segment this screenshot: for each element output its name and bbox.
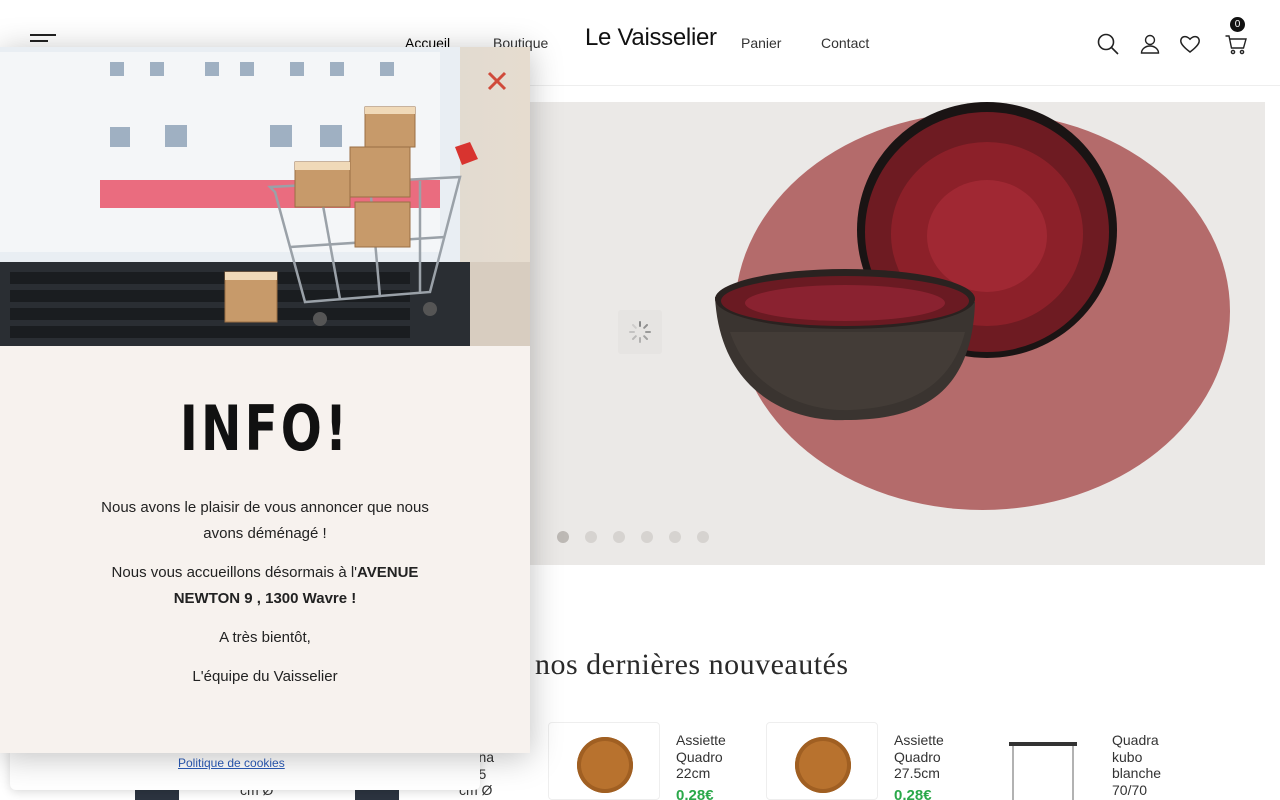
product-thumbnail[interactable] [766, 722, 878, 800]
nav-contact[interactable]: Contact [821, 35, 869, 51]
product-name[interactable]: Quadra kubo blanche 70/70 [1112, 732, 1182, 798]
loading-spinner-icon [618, 310, 662, 354]
hamburger-menu-icon[interactable] [30, 34, 56, 48]
product-thumbnail[interactable] [548, 722, 660, 800]
product-price: 0,28€ [894, 787, 932, 800]
hero-bowls-image [715, 102, 1117, 421]
nav-panier[interactable]: Panier [741, 35, 781, 51]
slider-dot[interactable] [557, 531, 569, 543]
account-icon[interactable] [1138, 32, 1162, 56]
product-name[interactable]: Assiette Quadro 22cm [676, 732, 746, 782]
slider-dot[interactable] [669, 531, 681, 543]
new-arrivals-heading: nos dernières nouveautés [535, 648, 849, 681]
site-logo[interactable]: Le Vaisselier [585, 24, 717, 52]
close-icon[interactable] [485, 69, 509, 93]
cart-icon[interactable] [1224, 32, 1248, 56]
cart-count-badge: 0 [1230, 17, 1245, 32]
product-thumbnail[interactable] [1005, 740, 1081, 800]
search-icon[interactable] [1096, 32, 1120, 56]
modal-signature-text: L'équipe du Vaisselier [192, 668, 338, 685]
modal-heading: INFO! [179, 392, 351, 465]
slider-dot[interactable] [697, 531, 709, 543]
slider-dots [557, 531, 709, 543]
product-name[interactable]: Assiette Quadro 27.5cm [894, 732, 964, 782]
cookie-policy-link[interactable]: Politique de cookies [178, 756, 285, 770]
product-price: 0,28€ [676, 787, 714, 800]
modal-signoff-text: A très bientôt, [219, 629, 311, 646]
slider-dot[interactable] [585, 531, 597, 543]
modal-announcement-text: Nous avons le plaisir de vous annoncer q… [101, 499, 429, 542]
shopping-cart-laptop-image [0, 47, 530, 346]
slider-dot[interactable] [641, 531, 653, 543]
slider-dot[interactable] [613, 531, 625, 543]
modal-address-text: Nous vous accueillons désormais à l'AVEN… [111, 564, 419, 607]
info-popup-modal: INFO! Nous avons le plaisir de vous anno… [0, 47, 530, 753]
wishlist-heart-icon[interactable] [1178, 32, 1202, 56]
